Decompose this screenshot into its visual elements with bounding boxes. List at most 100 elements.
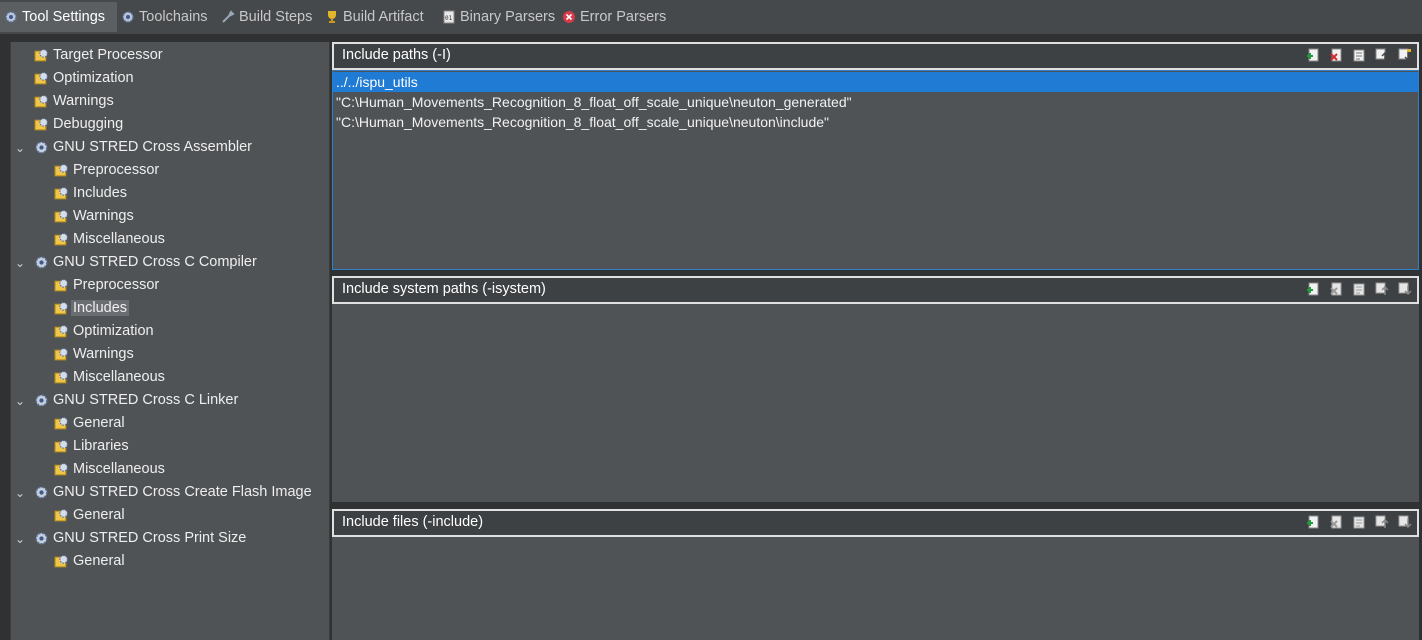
options-icon (53, 162, 69, 178)
add-icon[interactable] (1305, 281, 1321, 297)
tree-item-label: Includes (73, 185, 128, 201)
wrench-icon (220, 9, 236, 25)
tree-item[interactable]: GNU STRED Cross Assembler (33, 136, 252, 158)
options-icon (53, 277, 69, 293)
tree-item-label: Includes (71, 300, 130, 316)
gear-icon (3, 9, 19, 25)
binary-icon: 01 (441, 9, 457, 25)
tree-item[interactable]: General (53, 550, 125, 572)
expand-chevron-icon[interactable]: ⌄ (15, 487, 25, 499)
tree-item[interactable]: Preprocessor (53, 159, 159, 181)
include-paths-title: Include paths (-I) (342, 47, 451, 63)
tree-item[interactable]: Warnings (53, 343, 134, 365)
tree-item[interactable]: GNU STRED Cross Print Size (33, 527, 246, 549)
tool-icon (33, 484, 49, 500)
tab-build-artifact[interactable]: Build Artifact (324, 4, 424, 30)
tree-item-label: GNU STRED Cross C Compiler (53, 254, 257, 270)
tree-item-label: GNU STRED Cross Print Size (53, 530, 247, 546)
move-down-icon[interactable] (1397, 281, 1413, 297)
tree-item[interactable]: GNU STRED Cross Create Flash Image (33, 481, 312, 503)
list-item[interactable]: ../../ispu_utils (333, 72, 1418, 92)
list-item[interactable]: "C:\Human_Movements_Recognition_8_float_… (336, 112, 829, 132)
tab-binary-parsers[interactable]: 01 Binary Parsers (441, 4, 555, 30)
options-icon (53, 300, 69, 316)
include-paths-list[interactable]: ../../ispu_utils "C:\Human_Movements_Rec… (332, 70, 1419, 270)
tree-item[interactable]: Warnings (53, 205, 134, 227)
delete-icon[interactable] (1328, 514, 1344, 530)
tree-item[interactable]: General (53, 504, 125, 526)
tree-item[interactable]: Includes (53, 182, 127, 204)
move-down-icon[interactable] (1397, 47, 1413, 63)
tree-item[interactable]: Warnings (33, 90, 114, 112)
tree-item-label: Warnings (53, 93, 114, 109)
expand-chevron-icon[interactable]: ⌄ (15, 533, 25, 545)
edit-icon[interactable] (1351, 47, 1367, 63)
tab-tool-settings[interactable]: Tool Settings (0, 2, 117, 32)
tree-item-label: Warnings (73, 346, 134, 362)
tree-item[interactable]: General (53, 412, 125, 434)
tree-item[interactable]: Optimization (53, 320, 154, 342)
include-files-list[interactable] (332, 537, 1419, 640)
tree-item[interactable]: GNU STRED Cross C Linker (33, 389, 238, 411)
tree-item[interactable]: Miscellaneous (53, 366, 165, 388)
tree-item-label: General (73, 507, 125, 523)
options-icon (53, 553, 69, 569)
include-files-title: Include files (-include) (342, 514, 484, 530)
add-icon[interactable] (1305, 514, 1321, 530)
tree-item-label: Optimization (73, 323, 154, 339)
move-down-icon[interactable] (1397, 514, 1413, 530)
tree-item-label: GNU STRED Cross C Linker (53, 392, 239, 408)
move-up-icon[interactable] (1374, 514, 1390, 530)
move-up-icon[interactable] (1374, 281, 1390, 297)
expand-chevron-icon[interactable]: ⌄ (15, 257, 25, 269)
tree-item-label: Miscellaneous (73, 369, 165, 385)
options-icon (53, 231, 69, 247)
tool-settings-tree: Target Processor Optimization Warnings Debu… (10, 42, 330, 640)
tab-error-parsers[interactable]: Error Parsers (561, 4, 666, 30)
include-system-paths-toolbar (1305, 281, 1413, 297)
tree-item[interactable]: Preprocessor (53, 274, 159, 296)
options-icon (33, 116, 49, 132)
tool-icon (33, 139, 49, 155)
expand-chevron-icon[interactable]: ⌄ (15, 395, 25, 407)
options-icon (53, 208, 69, 224)
include-system-paths-section: Include system paths (-isystem) (332, 276, 1419, 502)
tree-item[interactable]: Miscellaneous (53, 228, 165, 250)
trophy-icon (324, 9, 340, 25)
tree-item[interactable]: Miscellaneous (53, 458, 165, 480)
tab-label: Build Artifact (343, 9, 424, 25)
tree-item[interactable]: Debugging (33, 113, 123, 135)
include-system-paths-title: Include system paths (-isystem) (342, 281, 546, 297)
delete-icon[interactable] (1328, 281, 1344, 297)
delete-icon[interactable] (1328, 47, 1344, 63)
tree-item-label: Preprocessor (73, 277, 160, 293)
tab-build-steps[interactable]: Build Steps (220, 4, 312, 30)
expand-chevron-icon[interactable]: ⌄ (15, 142, 25, 154)
include-paths-section: Include paths (-I) ../../ispu_utils "C:\… (332, 42, 1419, 270)
tool-icon (33, 392, 49, 408)
settings-tab-bar: Tool Settings Toolchains Build Steps Bui… (0, 0, 1422, 34)
edit-icon[interactable] (1351, 281, 1367, 297)
tab-label: Tool Settings (22, 9, 106, 25)
include-paths-header: Include paths (-I) (332, 42, 1419, 70)
options-icon (53, 346, 69, 362)
move-up-icon[interactable] (1374, 47, 1390, 63)
tab-toolchains[interactable]: Toolchains (120, 4, 208, 30)
include-paths-toolbar (1305, 47, 1413, 63)
tree-item-label: Preprocessor (73, 162, 160, 178)
include-system-paths-list[interactable] (332, 304, 1419, 502)
tool-icon (33, 254, 49, 270)
tree-item-label: Libraries (73, 438, 129, 454)
tab-label: Binary Parsers (460, 9, 556, 25)
include-files-header: Include files (-include) (332, 509, 1419, 537)
tree-item[interactable]: GNU STRED Cross C Compiler (33, 251, 257, 273)
list-item[interactable]: "C:\Human_Movements_Recognition_8_float_… (336, 92, 852, 112)
tree-item[interactable]: Target Processor (33, 44, 163, 66)
add-icon[interactable] (1305, 47, 1321, 63)
edit-icon[interactable] (1351, 514, 1367, 530)
include-system-paths-header: Include system paths (-isystem) (332, 276, 1419, 304)
tree-item[interactable]: Optimization (33, 67, 134, 89)
tree-item-label: Debugging (53, 116, 124, 132)
tree-item[interactable]: Includes (53, 297, 130, 319)
tree-item[interactable]: Libraries (53, 435, 129, 457)
